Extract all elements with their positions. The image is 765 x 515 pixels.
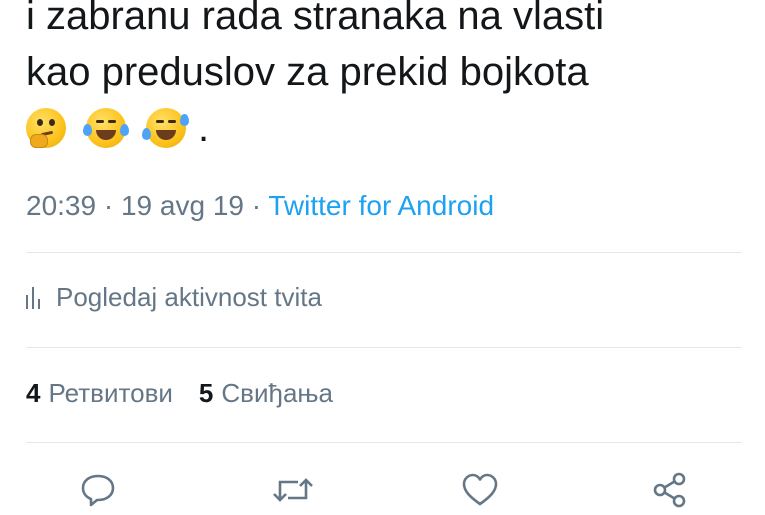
view-tweet-activity-button[interactable]: Pogledaj aktivnost tvita [26,282,322,313]
divider-middle [26,347,742,348]
reply-icon [81,474,115,507]
tears-of-joy-emoji [83,108,129,148]
divider-top [26,252,742,253]
tweet-text-line-1: i zabranu rada stranaka na vlasti [26,0,605,38]
thinking-face-emoji [26,108,66,148]
tweet-time: 20:39 [26,190,97,221]
tweet-actions-bar [0,470,765,510]
tweet-date: 19 avg 19 [120,190,244,221]
tweet-text: i zabranu rada stranaka na vlasti kao pr… [26,0,746,156]
retweets-count[interactable]: 4 [26,378,40,409]
retweets-label[interactable]: Ретвитови [48,378,172,409]
meta-separator: · [96,190,121,221]
likes-label[interactable]: Свиђања [221,378,333,409]
share-button[interactable] [650,470,690,510]
meta-separator-2: · [243,190,269,221]
rolling-on-floor-laughing-emoji [142,108,189,148]
likes-count[interactable]: 5 [199,378,213,409]
bar-chart-icon [26,286,40,309]
like-icon [462,473,498,506]
share-icon [653,472,686,508]
reply-button[interactable] [78,470,118,510]
like-button[interactable] [460,470,500,510]
view-tweet-activity-label: Pogledaj aktivnost tvita [56,282,322,312]
emoji-row: . [26,100,746,156]
retweet-button[interactable] [270,470,316,510]
tweet-trailing-period: . [198,106,210,150]
retweet-icon [273,478,313,502]
tweet-stats: 4 Ретвитови 5 Свиђања [26,378,359,409]
tweet-source-link[interactable]: Twitter for Android [268,190,494,221]
divider-bottom [26,442,742,443]
tweet-text-line-2: kao preduslov za prekid bojkota [26,50,589,94]
tweet-meta: 20:39 · 19 avg 19 · Twitter for Android [26,190,494,222]
